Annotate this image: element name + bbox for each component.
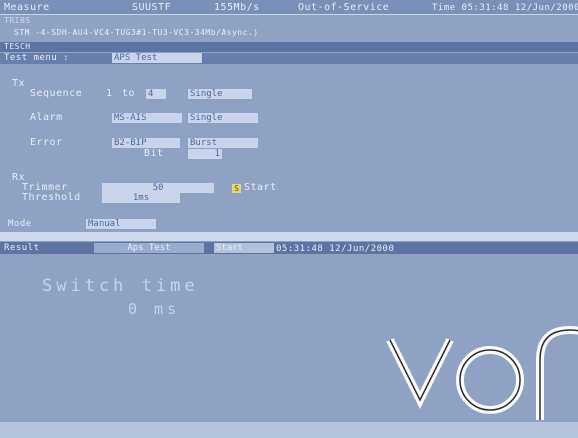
bit-field[interactable]: 1: [188, 149, 222, 159]
status-rate: 155Mb/s: [214, 2, 260, 13]
watermark-logo: [386, 325, 578, 420]
threshold-field[interactable]: 1ms: [102, 193, 180, 203]
section-bar: [0, 42, 578, 52]
alarm-label: Alarm: [30, 112, 63, 123]
sequence-mode-field[interactable]: Single: [188, 89, 252, 99]
trimmer-field[interactable]: 50: [102, 183, 214, 193]
error-field[interactable]: B2-BIP: [112, 138, 180, 148]
alarm-mode-field[interactable]: Single: [188, 113, 258, 123]
sequence-from[interactable]: 1: [106, 88, 113, 100]
test-menu-bar: [0, 53, 578, 64]
result-timestamp: 05:31:48 12/Jun/2000: [276, 244, 395, 254]
status-service: Out-of-Service: [298, 2, 390, 13]
header-label: TRIBS: [4, 16, 31, 25]
result-test-field: Aps Test: [94, 243, 204, 253]
aps-test-screen: Measure SUUSTF 155Mb/s Out-of-Service Ti…: [0, 0, 578, 438]
status-device: SUUSTF: [132, 2, 172, 13]
separator: [0, 232, 578, 241]
error-mode-field[interactable]: Burst: [188, 138, 258, 148]
start-label: Start: [244, 182, 277, 193]
sequence-to-label: to: [122, 88, 136, 99]
mode-field[interactable]: Manual: [86, 219, 156, 229]
header-path: STM -4-SDH-AU4-VC4-TUG3#1-TU3-VC3-34Mb/A…: [14, 28, 259, 37]
test-menu-select[interactable]: APS Test: [112, 53, 202, 63]
result-label: Result: [4, 243, 40, 253]
sequence-to-field[interactable]: 4: [146, 89, 166, 99]
alarm-field[interactable]: MS-AIS: [112, 113, 182, 123]
start-checkbox[interactable]: S: [232, 184, 241, 193]
result-state-field: Start: [214, 243, 274, 253]
switch-time-value: 0 ms: [128, 300, 181, 318]
error-label: Error: [30, 137, 63, 148]
bit-label: Bit: [144, 148, 164, 159]
switch-time-title: Switch time: [42, 276, 199, 296]
status-mode: Measure: [4, 2, 50, 13]
mode-label: Mode: [8, 219, 32, 229]
tx-heading: Tx: [12, 78, 26, 89]
threshold-label: Threshold: [22, 192, 81, 203]
test-menu-label: Test menu :: [4, 53, 70, 63]
status-time: Time 05:31:48 12/Jun/2000: [432, 3, 578, 13]
sequence-label: Sequence: [30, 88, 83, 99]
